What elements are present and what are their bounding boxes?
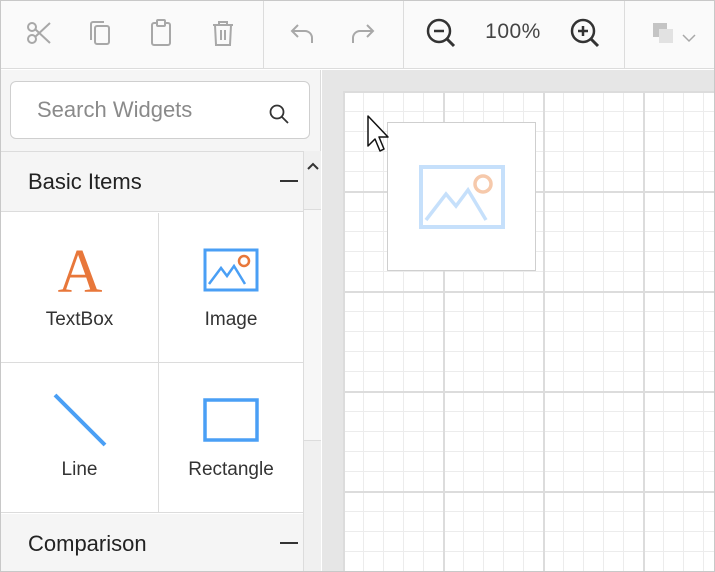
undo-button[interactable] [284, 15, 320, 51]
widget-label: TextBox [45, 309, 114, 330]
widget-rectangle[interactable]: Rectangle [159, 363, 303, 513]
search-input[interactable] [37, 97, 257, 123]
group-title: Comparison [28, 531, 147, 556]
toolbar: 100% [1, 1, 714, 69]
collapse-icon[interactable] [280, 542, 298, 544]
paste-button[interactable] [143, 15, 179, 51]
mouse-cursor-icon [367, 115, 389, 152]
copy-icon [90, 21, 110, 45]
scissors-icon [27, 22, 51, 44]
rectangle-icon [203, 398, 259, 442]
zoom-out-button[interactable] [423, 15, 459, 51]
svg-text:A: A [57, 240, 102, 300]
group-title: Basic Items [28, 169, 142, 194]
zoom-level: 100% [485, 20, 541, 43]
panel-scrollbar[interactable] [303, 151, 322, 571]
report-designer: 100% Search Widgets Basic Items A TextBo… [0, 0, 715, 572]
zoom-in-icon [570, 18, 600, 48]
collapse-icon[interactable] [280, 180, 298, 182]
search-icon[interactable] [268, 103, 290, 125]
design-canvas[interactable] [343, 91, 714, 571]
widget-textbox[interactable]: A TextBox [1, 213, 159, 363]
image-icon [203, 248, 259, 292]
copy-button[interactable] [82, 15, 118, 51]
widget-line[interactable]: Line [1, 363, 159, 513]
clipboard-icon [151, 19, 171, 46]
group-header-comparison[interactable]: Comparison [1, 514, 303, 571]
image-placeholder-icon [418, 164, 505, 229]
undo-icon [290, 24, 313, 43]
widget-panel: Basic Items A TextBox [1, 70, 322, 571]
group-header-basic-items[interactable]: Basic Items [1, 152, 303, 212]
scroll-thumb[interactable] [304, 209, 321, 441]
toolbar-separator [263, 1, 264, 69]
line-icon [53, 393, 106, 447]
chevron-down-icon [682, 34, 696, 43]
toolbar-separator [624, 1, 625, 69]
zoom-in-button[interactable] [567, 15, 603, 51]
layer-order-dropdown[interactable] [642, 15, 704, 51]
search-box [10, 81, 310, 139]
trash-icon [213, 21, 233, 46]
widget-label: Rectangle [188, 459, 274, 480]
scroll-up-button[interactable] [304, 155, 322, 177]
widget-label: Line [61, 459, 98, 480]
placed-image-item[interactable] [387, 122, 536, 271]
delete-button[interactable] [205, 15, 241, 51]
widget-label: Image [204, 309, 258, 330]
widget-image[interactable]: Image [159, 213, 303, 363]
cut-button[interactable] [21, 15, 57, 51]
toolbar-separator [403, 1, 404, 69]
widget-list: Basic Items A TextBox Image Line Rectang… [1, 151, 303, 571]
redo-button[interactable] [345, 15, 381, 51]
layers-icon [653, 23, 673, 43]
textbox-icon: A [57, 240, 102, 300]
redo-icon [352, 24, 375, 43]
zoom-out-icon [426, 18, 456, 48]
chevron-up-icon [307, 162, 319, 170]
